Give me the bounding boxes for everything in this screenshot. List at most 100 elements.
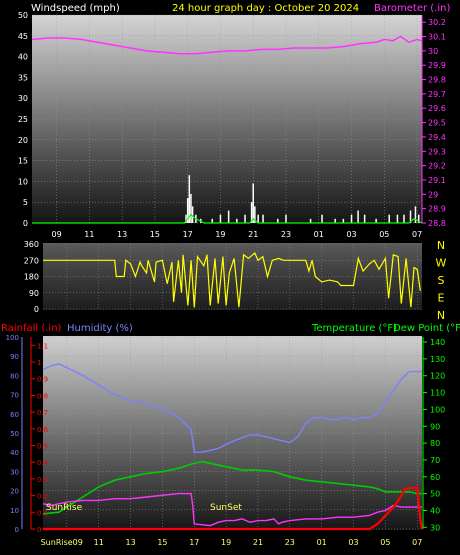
wind-x-tick: 07 [412, 230, 422, 239]
temp-x-tick: 17 [189, 538, 199, 547]
baro-y-tick: 29.9 [428, 61, 446, 70]
temp-y-tick: 100 [430, 405, 445, 414]
compass-label: W [436, 257, 447, 270]
wind-y-tick: 40 [18, 53, 28, 62]
wind-y-tick: 20 [18, 136, 28, 145]
wind-x-tick: 17 [183, 230, 193, 239]
temp-y-tick: 50 [430, 490, 440, 499]
barometer-label: Barometer (.in) [374, 3, 450, 14]
baro-y-tick: 28.8 [428, 219, 446, 228]
rainfall-label: Rainfall (.in) [1, 323, 62, 334]
rain-y-tick: 0.9 [37, 376, 48, 384]
humidity-y-tick: 40 [10, 449, 19, 457]
dir-y-tick: 0 [34, 305, 39, 314]
wind-x-tick: 05 [379, 230, 389, 239]
weather-graph: Windspeed (mph) 24 hour graph day : Octo… [1, 3, 460, 547]
temp-x-tick: 21 [253, 538, 263, 547]
baro-y-tick: 29.5 [428, 119, 446, 128]
dewpoint-label: Dew Point (°F) [393, 323, 460, 334]
temp-x-tick: 03 [348, 538, 358, 547]
temp-x-tick: 11 [94, 538, 104, 547]
temp-x-tick: 07 [412, 538, 422, 547]
rain-y-tick: 0.6 [37, 426, 49, 434]
wind-y-tick: 0 [23, 219, 28, 228]
temp-y-tick: 110 [430, 389, 445, 398]
wind-y-tick: 10 [18, 177, 28, 186]
wind-y-tick: 45 [18, 32, 28, 41]
rain-y-tick: 0.5 [37, 443, 48, 451]
humidity-y-tick: 70 [10, 392, 19, 400]
baro-y-tick: 30.2 [428, 18, 446, 27]
wind-x-tick: 19 [215, 230, 225, 239]
dir-y-tick: 180 [24, 273, 39, 282]
wind-x-tick: 23 [281, 230, 291, 239]
dir-y-tick: 90 [29, 289, 39, 298]
baro-y-tick: 29.3 [428, 147, 446, 156]
temp-x-tick: 13 [125, 538, 135, 547]
wind-y-tick: 50 [18, 11, 28, 20]
rain-y-tick: 0.7 [37, 409, 48, 417]
humidity-y-tick: 10 [10, 507, 19, 515]
dir-y-tick: 360 [24, 240, 39, 249]
baro-y-tick: 28.9 [428, 205, 446, 214]
baro-y-tick: 29.6 [428, 104, 446, 113]
humidity-y-tick: 80 [10, 372, 19, 380]
humidity-y-tick: 20 [10, 488, 19, 496]
temp-y-tick: 40 [430, 506, 440, 515]
baro-y-tick: 29.1 [428, 176, 446, 185]
temp-x-tick: 05 [380, 538, 390, 547]
wind-y-tick: 15 [18, 157, 28, 166]
humidity-y-tick: 0 [15, 526, 19, 534]
wind-x-tick: 01 [314, 230, 324, 239]
temp-x-tick: 15 [157, 538, 167, 547]
temp-y-tick: 80 [430, 439, 440, 448]
humidity-y-tick: 90 [10, 353, 19, 361]
rain-y-tick: 1 [37, 359, 41, 367]
compass-label: N [437, 309, 445, 322]
temp-y-tick: 130 [430, 355, 445, 364]
humidity-y-tick: 50 [10, 430, 19, 438]
temperature-label: Temperature (°F) [311, 323, 397, 334]
temp-x-tick: 19 [221, 538, 231, 547]
humidity-y-tick: 100 [6, 334, 19, 342]
rain-y-tick: 0 [37, 526, 41, 534]
rain-y-tick: 1.1 [37, 342, 48, 350]
temp-y-tick: 120 [430, 372, 445, 381]
graph-title: 24 hour graph day : October 20 2024 [172, 3, 359, 14]
wind-x-tick: 11 [84, 230, 94, 239]
humidity-y-tick: 60 [10, 411, 19, 419]
temp-x-tick: SunRise09 [41, 538, 83, 547]
baro-y-tick: 29.2 [428, 162, 446, 171]
wind-y-tick: 5 [23, 198, 28, 207]
temp-x-tick: 01 [317, 538, 327, 547]
rain-y-tick: 0.8 [37, 392, 48, 400]
humidity-y-tick: 30 [10, 468, 19, 476]
wind-x-tick: 03 [346, 230, 356, 239]
wind-y-tick: 35 [18, 73, 28, 82]
baro-y-tick: 30.1 [428, 33, 446, 42]
compass-label: E [438, 292, 445, 305]
wind-x-tick: 09 [51, 230, 61, 239]
rain-y-tick: 0.2 [37, 493, 48, 501]
dir-y-tick: 270 [24, 256, 39, 265]
compass-label: S [438, 274, 445, 287]
compass-label: N [437, 239, 445, 252]
temp-y-tick: 70 [430, 456, 440, 465]
temp-y-tick: 30 [430, 523, 440, 532]
humidity-label: Humidity (%) [67, 323, 133, 334]
sunset-annotation: SunSet [210, 503, 242, 513]
temp-y-tick: 140 [430, 338, 445, 347]
sunrise-annotation: SunRise [46, 503, 83, 513]
temp-y-tick: 60 [430, 473, 440, 482]
temp-x-tick: 23 [285, 538, 295, 547]
wind-y-tick: 30 [18, 94, 28, 103]
wind-x-tick: 21 [248, 230, 258, 239]
wind-x-tick: 13 [117, 230, 127, 239]
baro-y-tick: 29.7 [428, 90, 446, 99]
wind-y-tick: 25 [18, 115, 28, 124]
baro-y-tick: 29 [428, 190, 438, 199]
rain-y-tick: 0.4 [37, 459, 49, 467]
baro-y-tick: 29.8 [428, 76, 446, 85]
baro-y-tick: 30 [428, 47, 438, 56]
wind-label: Windspeed (mph) [31, 3, 120, 14]
